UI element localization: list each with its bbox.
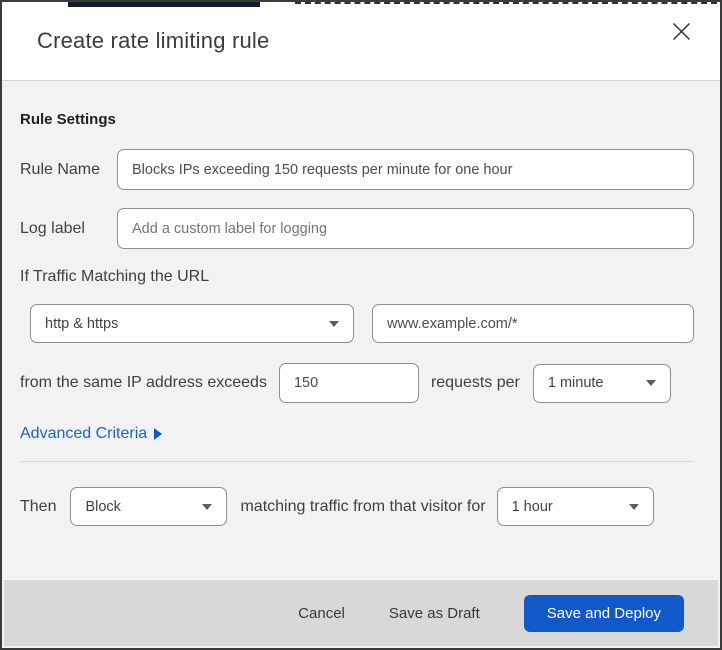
top-edge-artifact-solid — [68, 2, 260, 7]
save-as-draft-button[interactable]: Save as Draft — [389, 605, 480, 622]
cancel-button[interactable]: Cancel — [298, 605, 345, 622]
scheme-url-row: http & https — [20, 304, 694, 343]
threshold-input[interactable] — [278, 363, 419, 403]
log-label-row: Log label — [20, 208, 694, 249]
scheme-select-value: http & https — [45, 315, 119, 332]
duration-select-value: 1 hour — [511, 498, 553, 515]
dialog-footer: Cancel Save as Draft Save and Deploy — [4, 579, 718, 646]
chevron-down-icon — [329, 320, 339, 327]
rule-name-row: Rule Name — [20, 149, 694, 190]
dialog-header: Create rate limiting rule — [2, 2, 720, 81]
advanced-criteria-label: Advanced Criteria — [20, 425, 148, 442]
dialog-title: Create rate limiting rule — [37, 28, 270, 53]
url-pattern-input[interactable] — [372, 304, 694, 343]
close-icon — [672, 22, 691, 46]
chevron-down-icon — [645, 380, 656, 386]
rule-name-input[interactable] — [117, 149, 694, 190]
duration-select[interactable]: 1 hour — [496, 487, 654, 526]
action-select-value: Block — [85, 498, 121, 515]
chevron-down-icon — [202, 503, 213, 510]
action-row: Then Block matching traffic from that vi… — [20, 487, 694, 526]
rule-name-label: Rule Name — [20, 160, 101, 178]
scheme-select[interactable]: http & https — [30, 304, 354, 343]
action-middle-text: matching traffic from that visitor for — [240, 497, 486, 515]
advanced-criteria-link[interactable]: Advanced Criteria — [20, 425, 163, 443]
then-label: Then — [20, 497, 57, 515]
rule-settings-heading: Rule Settings — [20, 111, 116, 128]
close-button[interactable] — [666, 19, 696, 49]
log-label-input[interactable] — [117, 208, 694, 249]
period-select[interactable]: 1 minute — [532, 363, 671, 403]
action-select[interactable]: Block — [70, 487, 228, 526]
log-label-label: Log label — [20, 219, 85, 237]
threshold-prefix-text: from the same IP address exceeds — [20, 374, 267, 391]
chevron-down-icon — [628, 503, 639, 510]
period-select-value: 1 minute — [547, 375, 604, 391]
if-traffic-matching-text: If Traffic Matching the URL — [20, 268, 210, 285]
save-and-deploy-button[interactable]: Save and Deploy — [523, 594, 684, 632]
dialog-body: Rule Settings Rule Name Log label If Tra… — [2, 81, 720, 581]
create-rate-limiting-rule-dialog: Create rate limiting rule Rule Settings … — [0, 0, 722, 650]
section-divider — [20, 461, 694, 462]
top-edge-artifact-dashed — [295, 2, 717, 4]
chevron-right-icon — [154, 428, 163, 440]
threshold-row: from the same IP address exceeds request… — [20, 363, 694, 403]
threshold-suffix-text: requests per — [430, 374, 520, 391]
